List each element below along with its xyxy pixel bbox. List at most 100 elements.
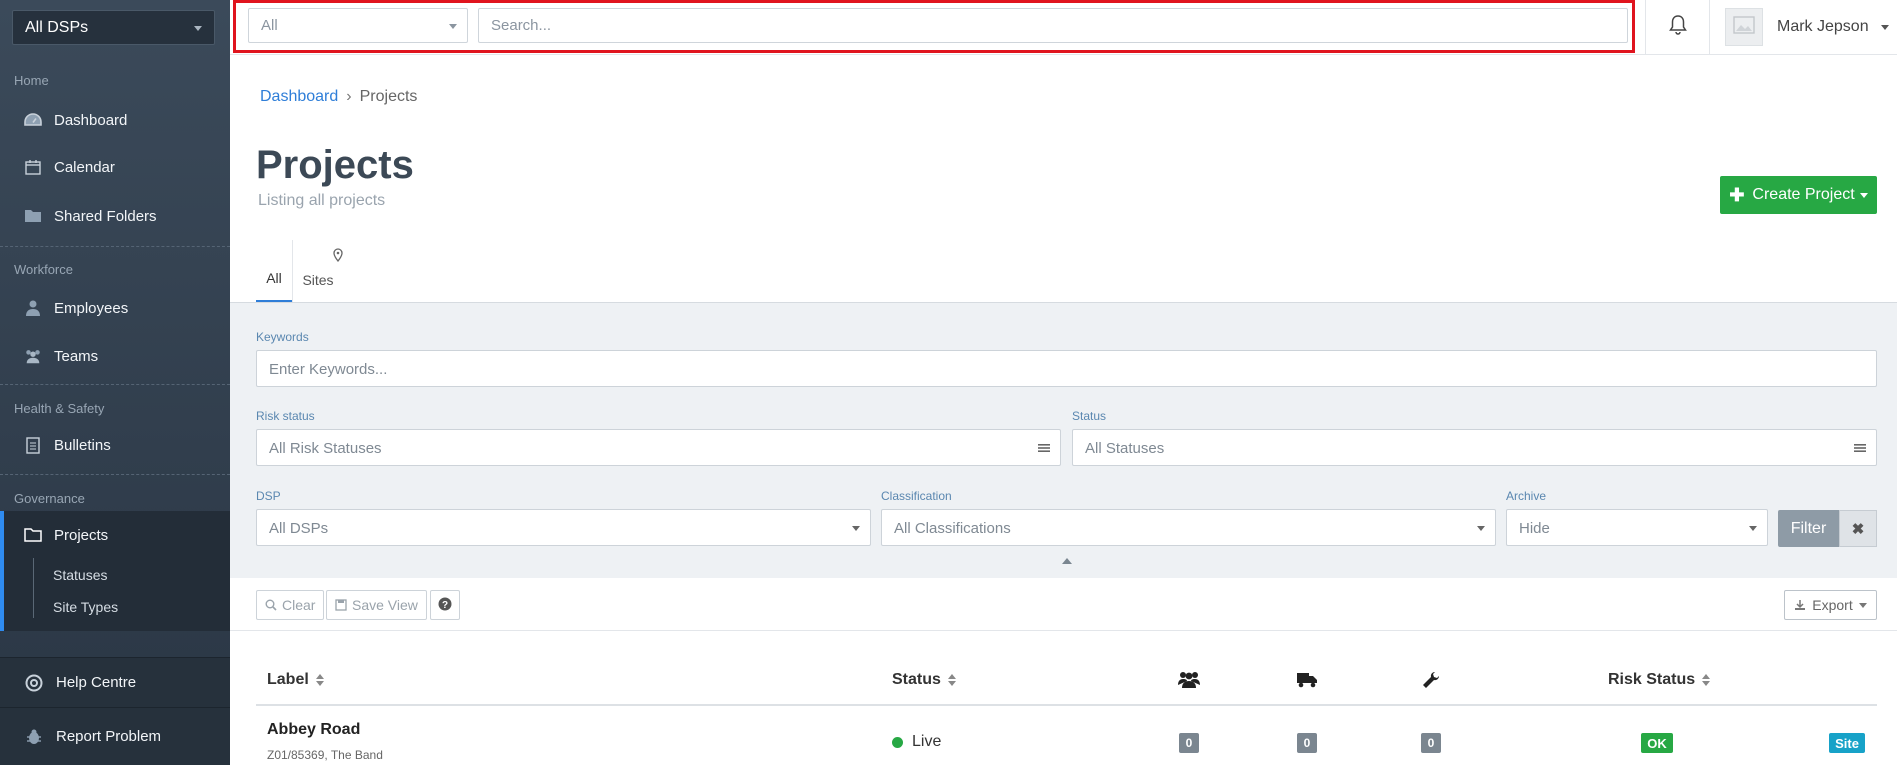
site-type-badge: Site — [1829, 733, 1865, 753]
section-governance: Governance — [14, 491, 85, 506]
image-placeholder-icon — [1733, 16, 1755, 38]
section-workforce: Workforce — [14, 262, 73, 277]
sidebar-subitem-site-types[interactable]: Site Types — [53, 599, 118, 615]
sidebar: All DSPs Home Dashboard Calendar Shared … — [0, 0, 230, 765]
divider — [0, 246, 230, 247]
column-label-text: Label — [267, 671, 309, 688]
sidebar-item-label: Bulletins — [54, 436, 111, 454]
dsp-select[interactable]: All DSPs — [12, 10, 215, 45]
page-subtitle: Listing all projects — [258, 192, 386, 209]
sidebar-item-shared-folders[interactable]: Shared Folders — [0, 196, 230, 236]
sidebar-item-projects[interactable]: Projects — [0, 515, 230, 555]
sidebar-item-label: Calendar — [54, 158, 115, 176]
risk-status-label: Risk status — [256, 409, 315, 423]
collapse-filters-icon[interactable] — [1062, 558, 1072, 564]
help-centre-label: Help Centre — [56, 674, 137, 691]
breadcrumb-dashboard-link[interactable]: Dashboard — [260, 88, 338, 105]
sidebar-item-teams[interactable]: Teams — [0, 336, 230, 376]
keywords-input[interactable]: Enter Keywords... — [256, 350, 1877, 387]
tool-count-badge: 0 — [1421, 733, 1441, 753]
sidebar-item-label: Employees — [54, 299, 129, 317]
chevron-down-icon — [1749, 526, 1757, 531]
divider — [0, 384, 230, 385]
search-type-value: All — [261, 17, 278, 34]
dsp-filter-value: All DSPs — [269, 520, 329, 537]
help-centre-link[interactable]: Help Centre — [0, 657, 230, 707]
sidebar-item-dashboard[interactable]: Dashboard — [0, 100, 230, 140]
help-button[interactable]: ? — [430, 590, 460, 620]
truck-icon — [1296, 670, 1318, 692]
export-button[interactable]: Export — [1784, 590, 1877, 620]
section-home: Home — [14, 73, 49, 88]
export-label: Export — [1812, 597, 1853, 613]
document-icon — [24, 436, 42, 454]
svg-text:?: ? — [442, 600, 448, 611]
chevron-down-icon — [852, 526, 860, 531]
sort-icon — [315, 674, 324, 686]
dsp-filter-select[interactable]: All DSPs — [256, 509, 871, 546]
sort-icon — [1702, 674, 1711, 686]
global-search-input[interactable] — [478, 8, 1628, 43]
risk-status-value: All Risk Statuses — [269, 440, 382, 457]
project-reference: Z01/85369, The Band — [267, 748, 383, 762]
search-type-select[interactable]: All — [248, 8, 468, 43]
risk-status-select[interactable]: All Risk Statuses — [256, 429, 1061, 466]
notifications-button[interactable] — [1645, 0, 1710, 54]
sidebar-item-employees[interactable]: Employees — [0, 288, 230, 328]
keywords-placeholder: Enter Keywords... — [269, 361, 388, 378]
tree-line — [33, 558, 34, 618]
project-name-link[interactable]: Abbey Road — [267, 721, 360, 739]
report-problem-link[interactable]: Report Problem — [0, 707, 230, 765]
folder-open-icon — [24, 526, 42, 544]
user-menu[interactable]: Mark Jepson — [1725, 0, 1889, 54]
sort-icon — [947, 674, 956, 686]
plus-icon: ✚ — [1729, 184, 1745, 205]
close-icon: ✖ — [1851, 520, 1865, 538]
status-label: Status — [1072, 409, 1107, 423]
column-header-label[interactable]: Label — [267, 671, 324, 689]
create-project-label: Create Project — [1752, 186, 1855, 203]
chevron-down-icon — [1880, 24, 1889, 30]
clear-label: Clear — [282, 597, 316, 613]
folder-icon — [24, 207, 42, 225]
dsp-select-value: All DSPs — [25, 19, 89, 36]
user-name: Mark Jepson — [1777, 18, 1869, 35]
save-view-label: Save View — [352, 597, 418, 613]
sidebar-item-bulletins[interactable]: Bulletins — [0, 425, 230, 465]
sidebar-item-label: Teams — [54, 347, 99, 365]
section-health-safety: Health & Safety — [14, 401, 105, 416]
chevron-down-icon — [194, 26, 202, 31]
clear-filters-button[interactable]: ✖ — [1839, 510, 1877, 547]
tab-all[interactable]: All — [256, 240, 292, 302]
dashboard-icon — [24, 111, 42, 129]
status-value: All Statuses — [1085, 440, 1165, 457]
filter-button[interactable]: Filter — [1778, 510, 1839, 547]
save-icon — [335, 599, 347, 611]
employee-count-badge: 0 — [1179, 733, 1199, 753]
column-header-status[interactable]: Status — [892, 671, 956, 689]
tab-sites-label: Sites — [302, 272, 334, 288]
archive-select[interactable]: Hide — [1506, 509, 1768, 546]
status-dot-icon — [892, 736, 903, 748]
user-icon — [24, 299, 42, 317]
list-icon — [1854, 441, 1866, 453]
classification-value: All Classifications — [894, 520, 1011, 537]
classification-select[interactable]: All Classifications — [881, 509, 1496, 546]
status-select[interactable]: All Statuses — [1072, 429, 1877, 466]
column-header-risk-status[interactable]: Risk Status — [1608, 671, 1711, 689]
sidebar-item-calendar[interactable]: Calendar — [0, 147, 230, 187]
save-view-button[interactable]: Save View — [326, 590, 427, 620]
table-header-divider — [256, 704, 1877, 706]
archive-label: Archive — [1506, 489, 1547, 503]
tab-sites[interactable]: Sites — [292, 240, 343, 302]
breadcrumb-current: Projects — [359, 88, 418, 105]
sidebar-subitem-statuses[interactable]: Statuses — [53, 567, 107, 583]
chevron-down-icon — [449, 24, 457, 29]
keywords-label: Keywords — [256, 330, 309, 344]
clear-button[interactable]: Clear — [256, 590, 325, 620]
sidebar-item-label: Projects — [54, 526, 109, 544]
tab-all-label: All — [266, 270, 282, 286]
create-project-button[interactable]: ✚ Create Project — [1720, 176, 1877, 214]
chevron-down-icon — [1859, 192, 1868, 198]
project-status: Live — [892, 733, 941, 751]
